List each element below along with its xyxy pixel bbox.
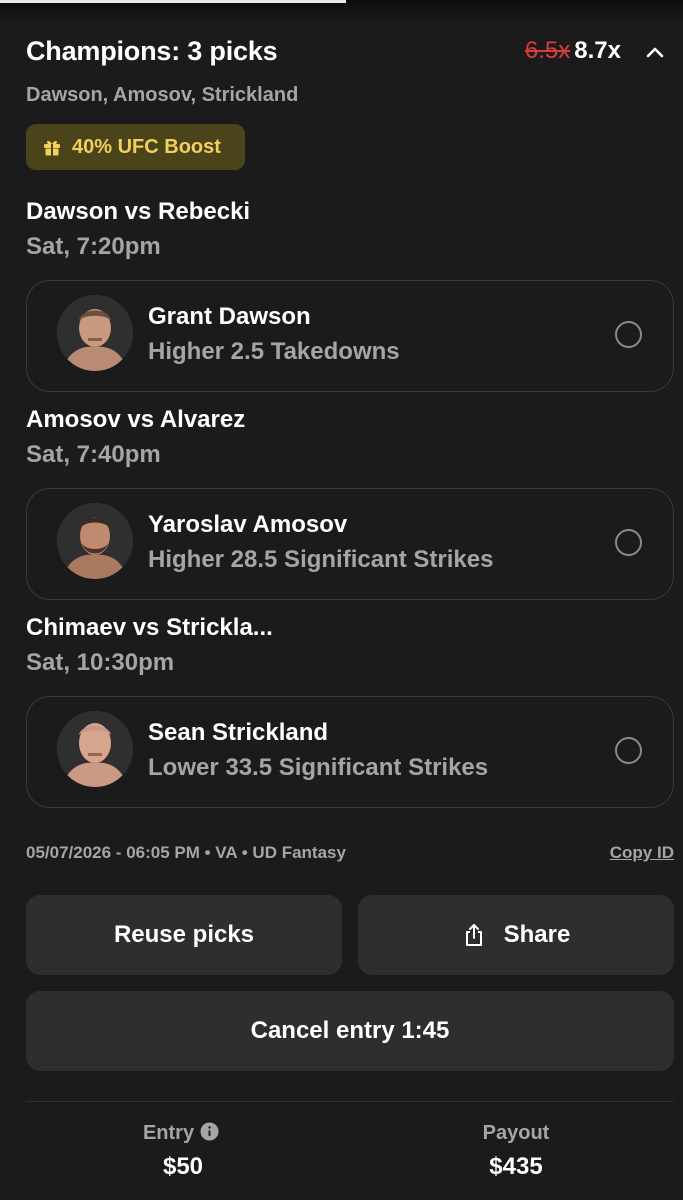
share-button[interactable]: Share (358, 895, 674, 975)
pick-line: Higher 2.5 Takedowns (148, 338, 400, 365)
picks-subtitle: Dawson, Amosov, Strickland (26, 84, 299, 106)
progress-line (0, 0, 346, 3)
match-time: Sat, 10:30pm (26, 649, 175, 676)
pick-card[interactable]: Grant Dawson Higher 2.5 Takedowns (26, 280, 674, 392)
entry-meta: 05/07/2026 - 06:05 PM • VA • UD Fantasy (26, 843, 346, 862)
entry-title: Champions: 3 picks (26, 36, 278, 66)
reuse-picks-label: Reuse picks (113, 921, 255, 948)
player-avatar (57, 503, 133, 579)
match-title: Chimaev vs Strickla... (26, 614, 273, 641)
entry-label-row: Entry (81, 1122, 281, 1145)
boost-label: 40% UFC Boost (72, 135, 221, 158)
match-title: Dawson vs Rebecki (26, 198, 251, 225)
payout-value: $435 (489, 1153, 543, 1180)
multiplier: 6.5x 8.7x (525, 37, 621, 65)
pick-line: Lower 33.5 Significant Strikes (148, 754, 489, 781)
payout-label: Payout (482, 1122, 550, 1144)
pick-status-radio (615, 737, 642, 764)
top-strip (0, 0, 683, 22)
player-avatar (57, 711, 133, 787)
entry-value: $50 (162, 1153, 204, 1180)
cancel-entry-label: Cancel entry 1:45 (250, 1017, 450, 1044)
player-avatar (57, 295, 133, 371)
info-icon[interactable] (200, 1122, 219, 1141)
footer-divider (26, 1101, 674, 1102)
entry-label: Entry (142, 1122, 195, 1144)
new-multiplier: 8.7x (574, 37, 621, 64)
player-name: Sean Strickland (148, 719, 329, 746)
pick-card[interactable]: Yaroslav Amosov Higher 28.5 Significant … (26, 488, 674, 600)
player-name: Yaroslav Amosov (148, 511, 348, 538)
pick-status-radio (615, 529, 642, 556)
gift-icon (44, 140, 60, 156)
reuse-picks-button[interactable]: Reuse picks (26, 895, 342, 975)
copy-id-link[interactable]: Copy ID (610, 843, 674, 863)
boost-badge: 40% UFC Boost (26, 124, 245, 170)
player-name: Grant Dawson (148, 303, 311, 330)
match-time: Sat, 7:40pm (26, 441, 161, 468)
pick-card[interactable]: Sean Strickland Lower 33.5 Significant S… (26, 696, 674, 808)
pick-status-radio (615, 321, 642, 348)
share-label: Share (503, 921, 571, 948)
old-multiplier: 6.5x (524, 37, 571, 64)
share-icon (465, 924, 482, 946)
cancel-entry-button[interactable]: Cancel entry 1:45 (26, 991, 674, 1071)
chevron-up-icon[interactable] (643, 40, 667, 64)
match-time: Sat, 7:20pm (26, 233, 161, 260)
pick-line: Higher 28.5 Significant Strikes (148, 546, 494, 573)
match-title: Amosov vs Alvarez (26, 406, 246, 433)
